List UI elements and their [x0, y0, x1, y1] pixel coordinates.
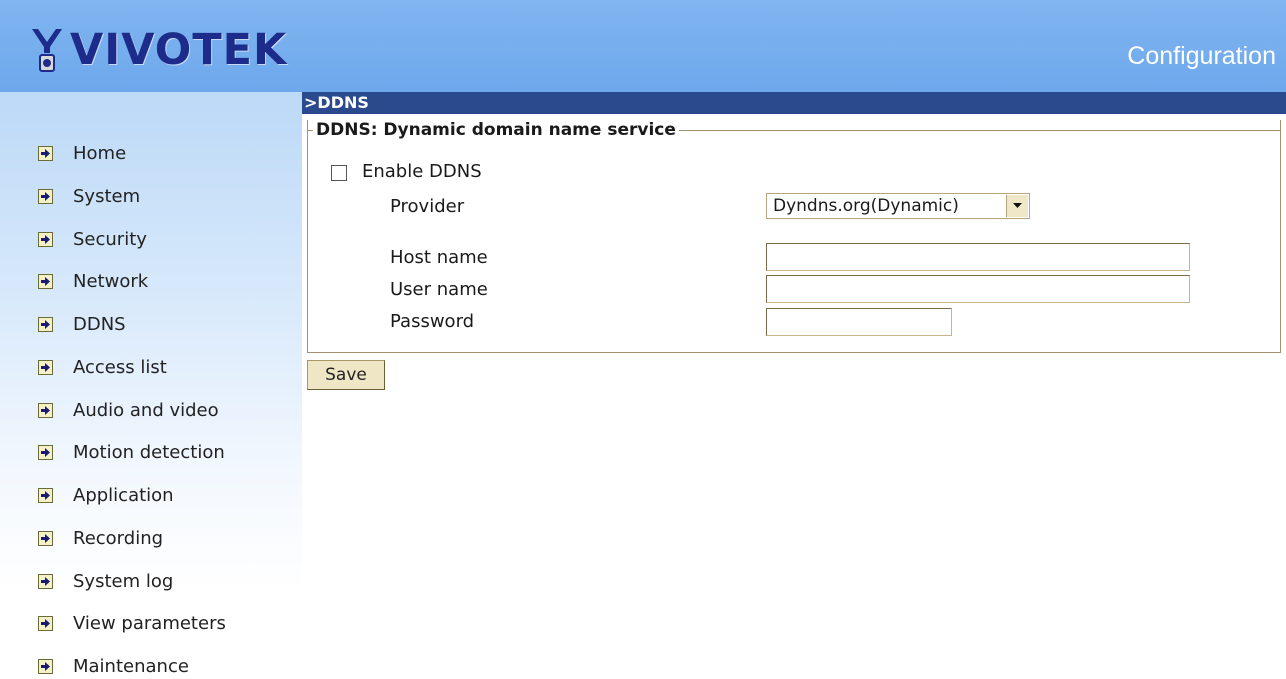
- arrow-right-icon: [38, 444, 53, 460]
- sidebar-item-label: Audio and video: [73, 399, 219, 421]
- sidebar-item-system[interactable]: System: [38, 185, 140, 207]
- sidebar-item-motion-detection[interactable]: Motion detection: [38, 441, 225, 463]
- sidebar-item-label: Security: [73, 228, 147, 250]
- enable-ddns-checkbox[interactable]: [331, 165, 347, 181]
- sidebar-item-recording[interactable]: Recording: [38, 527, 163, 549]
- sidebar-item-label: DDNS: [73, 313, 126, 335]
- password-label: Password: [390, 311, 475, 332]
- sidebar-item-label: Maintenance: [73, 655, 189, 677]
- arrow-right-icon: [38, 145, 53, 161]
- sidebar-item-label: Recording: [73, 527, 164, 549]
- sidebar-item-ddns[interactable]: DDNS: [38, 313, 126, 335]
- arrow-right-icon: [38, 273, 53, 289]
- chevron-down-icon[interactable]: [1006, 195, 1028, 217]
- arrow-right-icon: [38, 188, 53, 204]
- sidebar-item-home[interactable]: Home: [38, 142, 126, 164]
- arrow-right-icon: [38, 316, 53, 332]
- fieldset-legend: DDNS: Dynamic domain name service: [313, 120, 679, 140]
- host-name-label: Host name: [390, 247, 488, 268]
- arrow-right-icon: [38, 530, 53, 546]
- provider-select[interactable]: Dyndns.org(Dynamic): [766, 193, 1030, 219]
- arrow-right-icon: [38, 658, 53, 674]
- sidebar-item-security[interactable]: Security: [38, 228, 147, 250]
- arrow-right-icon: [38, 402, 53, 418]
- logo-text: VIVOTEK: [70, 25, 288, 75]
- section-title-bar: >DDNS: [302, 92, 1286, 114]
- password-input[interactable]: [766, 308, 952, 336]
- user-name-input[interactable]: [766, 275, 1190, 303]
- provider-select-value: Dyndns.org(Dynamic): [773, 196, 959, 216]
- arrow-right-icon: [38, 615, 53, 631]
- arrow-right-icon: [38, 231, 53, 247]
- sidebar-item-application[interactable]: Application: [38, 484, 174, 506]
- sidebar-item-label: Motion detection: [73, 441, 225, 463]
- sidebar-item-audio-and-video[interactable]: Audio and video: [38, 399, 219, 421]
- sidebar-item-label: System log: [73, 570, 174, 592]
- arrow-right-icon: [38, 359, 53, 375]
- sidebar-item-label: Network: [73, 270, 149, 292]
- sidebar-item-label: Home: [73, 142, 127, 164]
- sidebar-item-view-parameters[interactable]: View parameters: [38, 612, 226, 634]
- sidebar-item-label: View parameters: [73, 612, 226, 634]
- header-bar: VIVOTEK Configuration: [0, 0, 1286, 92]
- provider-label: Provider: [390, 196, 465, 217]
- sidebar-item-label: System: [73, 185, 141, 207]
- page-title: Configuration: [1127, 42, 1276, 70]
- sidebar-item-maintenance[interactable]: Maintenance: [38, 655, 189, 677]
- sidebar-item-access-list[interactable]: Access list: [38, 356, 167, 378]
- arrow-right-icon: [38, 487, 53, 503]
- sidebar-item-label: Application: [73, 484, 174, 506]
- sidebar-item-network[interactable]: Network: [38, 270, 148, 292]
- arrow-right-icon: [38, 573, 53, 589]
- sidebar-item-system-log[interactable]: System log: [38, 570, 173, 592]
- sidebar-item-label: Access list: [73, 356, 167, 378]
- user-name-label: User name: [390, 279, 488, 300]
- enable-ddns-label: Enable DDNS: [362, 161, 482, 182]
- vivotek-logo: VIVOTEK: [30, 22, 287, 78]
- logo-mark-icon: [32, 29, 62, 72]
- save-button[interactable]: Save: [307, 360, 385, 390]
- host-name-input[interactable]: [766, 243, 1190, 271]
